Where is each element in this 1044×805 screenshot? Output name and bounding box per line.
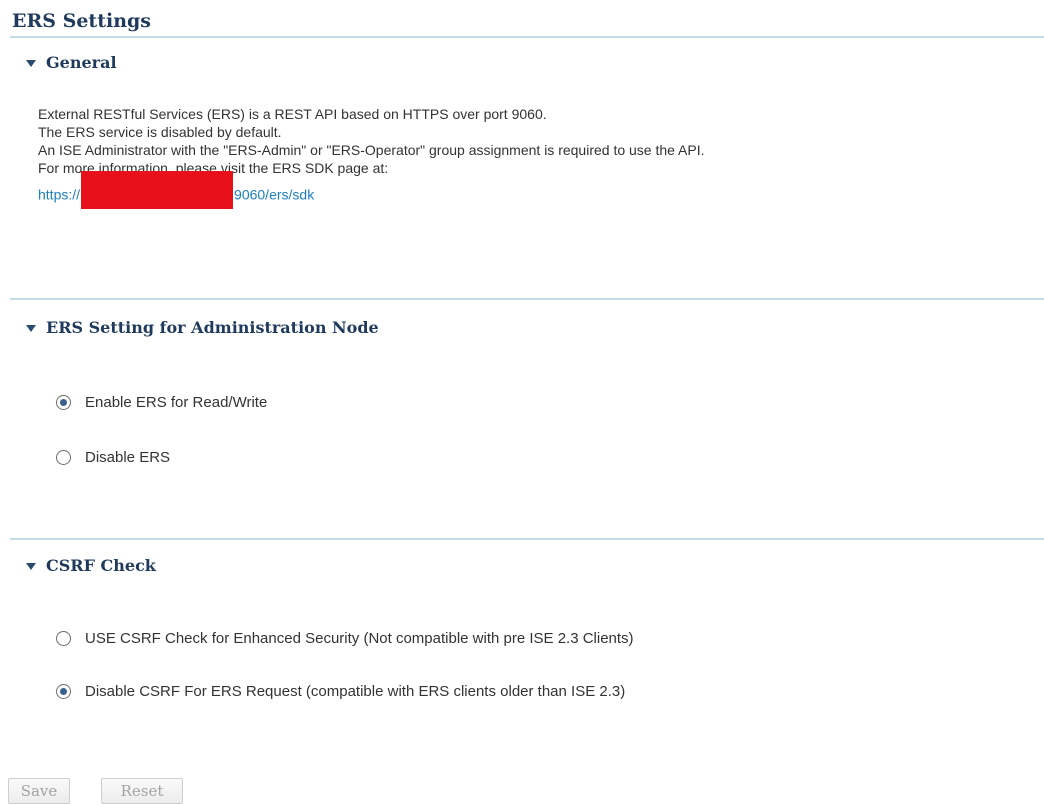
info-line: The ERS service is disabled by default. (38, 124, 282, 140)
ers-settings-page: ERS Settings General External RESTful Se… (0, 0, 1044, 805)
section-divider (10, 538, 1044, 540)
section-admin-node-header[interactable]: ERS Setting for Administration Node (26, 318, 379, 337)
radio-selected-icon[interactable] (56, 684, 71, 699)
info-line: External RESTful Services (ERS) is a RES… (38, 106, 547, 122)
radio-enable-ers[interactable]: Enable ERS for Read/Write (56, 394, 267, 411)
section-general-header[interactable]: General (26, 53, 117, 72)
section-csrf-title: CSRF Check (46, 556, 156, 575)
radio-label: USE CSRF Check for Enhanced Security (No… (85, 630, 634, 647)
radio-unselected-icon[interactable] (56, 631, 71, 646)
radio-label: Enable ERS for Read/Write (85, 394, 268, 411)
radio-unselected-icon[interactable] (56, 450, 71, 465)
general-info: External RESTful Services (ERS) is a RES… (38, 105, 705, 215)
section-divider (10, 298, 1044, 300)
info-line: An ISE Administrator with the "ERS-Admin… (38, 142, 705, 158)
radio-disable-ers[interactable]: Disable ERS (56, 449, 170, 466)
section-general-title: General (46, 53, 117, 72)
title-divider (10, 36, 1044, 38)
sdk-link-suffix: 9060/ers/sdk (234, 186, 315, 203)
save-button[interactable]: Save (8, 778, 70, 804)
sdk-link-prefix: https:// (38, 186, 81, 203)
redaction-box (81, 171, 234, 209)
section-csrf-header[interactable]: CSRF Check (26, 556, 156, 575)
section-admin-node-title: ERS Setting for Administration Node (46, 318, 379, 337)
sdk-link[interactable]: https:// 9060/ers/sdk (38, 171, 705, 215)
collapse-triangle-icon (26, 563, 36, 570)
collapse-triangle-icon (26, 325, 36, 332)
radio-label: Disable CSRF For ERS Request (compatible… (85, 683, 626, 700)
collapse-triangle-icon (26, 60, 36, 67)
reset-button[interactable]: Reset (101, 778, 183, 804)
radio-use-csrf[interactable]: USE CSRF Check for Enhanced Security (No… (56, 630, 634, 647)
radio-label: Disable ERS (85, 449, 171, 466)
radio-selected-icon[interactable] (56, 395, 71, 410)
page-title: ERS Settings (12, 10, 151, 32)
radio-disable-csrf[interactable]: Disable CSRF For ERS Request (compatible… (56, 683, 625, 700)
